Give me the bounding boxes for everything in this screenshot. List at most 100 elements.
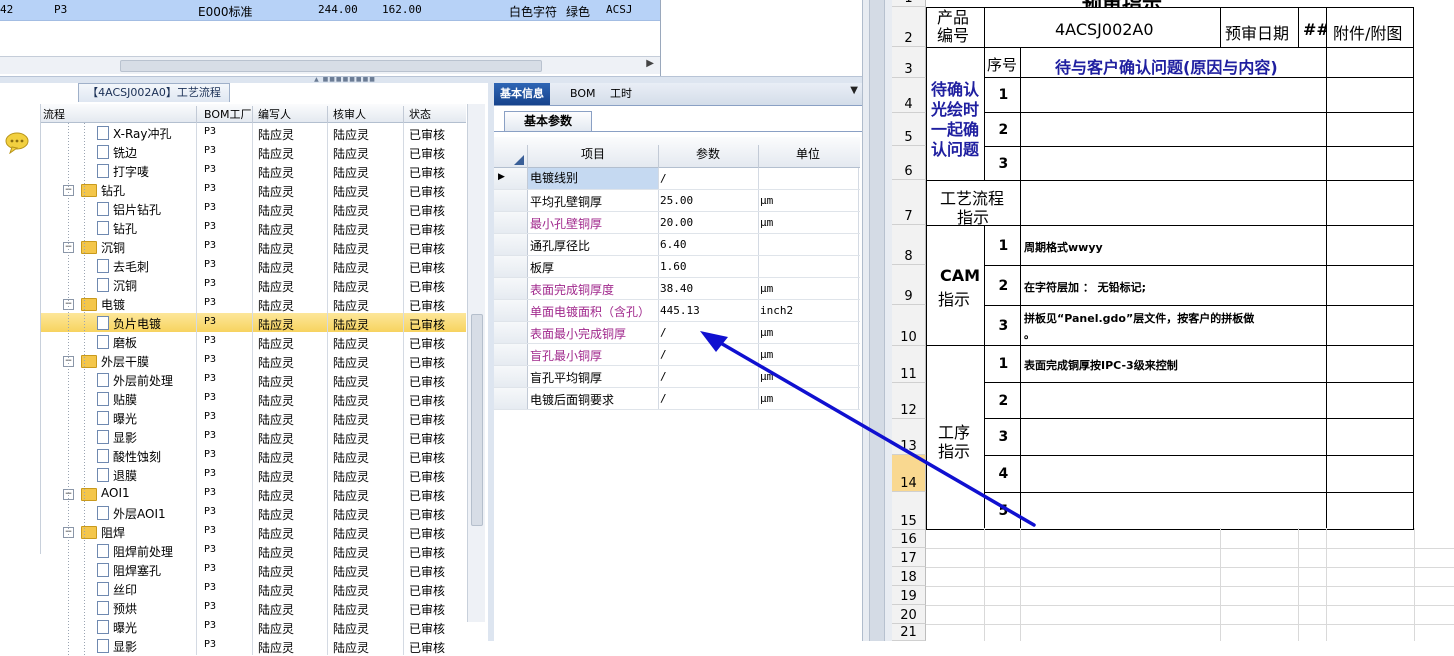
cell-process-label[interactable]: 工序 指示 (926, 345, 985, 530)
cell-content[interactable]: 在字符层加 ： 无铅标记; (1020, 265, 1327, 306)
cell-content[interactable]: 周期格式wwyy (1020, 225, 1327, 266)
cell-customer-issue-header[interactable]: 待与客户确认问题(原因与内容) (1020, 47, 1327, 78)
col-header-unit[interactable]: 单位 (758, 145, 858, 162)
row-header[interactable]: 5 (892, 113, 926, 146)
row-header[interactable]: 6 (892, 146, 926, 180)
comment-icon[interactable] (4, 132, 30, 154)
col-header-flow[interactable]: 流程 (43, 106, 65, 122)
window-scrollbar[interactable] (869, 0, 885, 641)
row-header[interactable]: 14 (892, 455, 926, 492)
cell-product-label[interactable]: 产品 编号 (926, 7, 985, 48)
row-header[interactable]: 9 (892, 265, 926, 305)
cell-number[interactable]: 5 (984, 492, 1021, 530)
cell-number[interactable]: 3 (984, 146, 1021, 181)
param-value[interactable]: 6.40 (660, 238, 687, 251)
row-header[interactable]: 20 (892, 605, 926, 624)
parameter-row[interactable]: 最小孔壁铜厚 20.00 μm (494, 212, 860, 234)
cell-content[interactable] (1020, 77, 1327, 113)
tab-basic-info[interactable]: 基本信息 (494, 83, 550, 105)
cell-content[interactable]: 拼板见“Panel.gdo”层文件，按客户的拼板做。 (1020, 305, 1327, 346)
cell-number[interactable]: 2 (984, 382, 1021, 419)
param-value[interactable]: / (660, 348, 667, 361)
col-header-reviewer[interactable]: 核审人 (333, 106, 366, 122)
cell[interactable] (1326, 47, 1414, 78)
parameter-row[interactable]: 电镀后面铜要求 / μm (494, 388, 860, 410)
cell[interactable] (1326, 146, 1414, 181)
param-value[interactable]: 445.13 (660, 304, 700, 317)
row-header[interactable]: 3 (892, 47, 926, 78)
row-header[interactable]: 7 (892, 180, 926, 225)
cell-review-date-label[interactable]: 预审日期 (1220, 7, 1299, 48)
parameter-row[interactable]: 表面完成铜厚度 38.40 μm (494, 278, 860, 300)
cell-content[interactable] (1020, 455, 1327, 493)
row-header[interactable]: 11 (892, 346, 926, 383)
row-header[interactable]: 18 (892, 567, 926, 586)
row-header[interactable]: 16 (892, 530, 926, 548)
tab-dropdown-icon[interactable]: ▼ (850, 85, 858, 96)
row-header[interactable]: 17 (892, 548, 926, 567)
row-header[interactable]: 2 (892, 7, 926, 47)
row-header[interactable]: 8 (892, 225, 926, 265)
parameter-row[interactable]: ▶ 电镀线别 / (494, 168, 860, 190)
cell-content[interactable]: 表面完成铜厚按IPC-3级来控制 (1020, 345, 1327, 383)
param-value[interactable]: / (660, 370, 667, 383)
row-header[interactable]: 19 (892, 586, 926, 605)
cell-number[interactable]: 1 (984, 225, 1021, 266)
parameter-row[interactable]: 盲孔最小铜厚 / μm (494, 344, 860, 366)
cell[interactable] (1326, 77, 1414, 113)
scroll-right-arrow-icon[interactable]: ▶ (646, 58, 654, 69)
cell[interactable] (1326, 382, 1414, 419)
cell-flow-label[interactable]: 工艺流程 指示 (926, 180, 1021, 227)
subtab-basic-params[interactable]: 基本参数 (504, 111, 592, 131)
cell-seq-label[interactable]: 序号 (984, 47, 1021, 78)
top-grid-hscrollbar[interactable]: ▶ (0, 56, 660, 74)
row-header[interactable]: 15 (892, 492, 926, 530)
param-value[interactable]: 20.00 (660, 216, 693, 229)
cell-number[interactable]: 4 (984, 455, 1021, 493)
col-header-bom[interactable]: BOM工厂 (204, 106, 252, 122)
cell-number[interactable]: 3 (984, 418, 1021, 456)
tab-bom[interactable]: BOM (564, 83, 602, 105)
row-header[interactable]: 1 (892, 0, 926, 7)
cell-number[interactable]: 2 (984, 112, 1021, 147)
cell-review-date-value[interactable]: ## (1298, 7, 1330, 48)
top-grid-selected-row[interactable]: 42 P3 E000标准 244.00 162.00 白色字符 绿色 ACSJ (0, 0, 660, 21)
cell-confirm-label[interactable]: 待确认 光绘时 一起确 认问题 (926, 47, 985, 181)
scroll-thumb[interactable] (471, 314, 483, 526)
cell-content[interactable] (1020, 112, 1327, 147)
col-header-writer[interactable]: 编写人 (258, 106, 291, 122)
row-header[interactable]: 21 (892, 624, 926, 641)
process-flow-title-tab[interactable]: 【4ACSJ002A0】工艺流程 (78, 83, 230, 102)
cell-flow-content[interactable] (1020, 180, 1327, 226)
col-header-status[interactable]: 状态 (409, 106, 431, 122)
cell[interactable] (1326, 345, 1414, 383)
param-value[interactable]: / (660, 392, 667, 405)
cell-number[interactable]: 1 (984, 77, 1021, 113)
param-value[interactable]: 25.00 (660, 194, 693, 207)
row-header[interactable]: 10 (892, 305, 926, 346)
col-header-value[interactable]: 参数 (658, 145, 758, 162)
row-header[interactable]: 12 (892, 383, 926, 419)
cell-number[interactable]: 2 (984, 265, 1021, 306)
parameter-row[interactable]: 平均孔壁铜厚 25.00 μm (494, 190, 860, 212)
cell[interactable] (1326, 265, 1414, 306)
cell[interactable] (1326, 305, 1414, 346)
parameter-row[interactable]: 单面电镀面积（含孔） 445.13 inch2 (494, 300, 860, 322)
cell-product-code[interactable]: 4ACSJ002A0 (984, 7, 1221, 48)
cell-content[interactable] (1020, 492, 1327, 530)
param-value[interactable]: 1.60 (660, 260, 687, 273)
cell[interactable] (1326, 225, 1414, 266)
cell[interactable] (1326, 492, 1414, 530)
parameter-row[interactable]: 盲孔平均铜厚 / μm (494, 366, 860, 388)
row-header[interactable]: 4 (892, 78, 926, 113)
cell-number[interactable]: 1 (984, 345, 1021, 383)
col-header-item[interactable]: 项目 (528, 145, 658, 162)
cell[interactable] (1326, 418, 1414, 456)
cell[interactable] (1326, 112, 1414, 147)
cell-number[interactable]: 3 (984, 305, 1021, 346)
row-header[interactable]: 13 (892, 419, 926, 455)
parameter-row[interactable]: 板厚 1.60 (494, 256, 860, 278)
cell[interactable] (1326, 455, 1414, 493)
parameter-row[interactable]: 表面最小完成铜厚 / μm (494, 322, 860, 344)
scroll-thumb[interactable] (120, 60, 542, 72)
